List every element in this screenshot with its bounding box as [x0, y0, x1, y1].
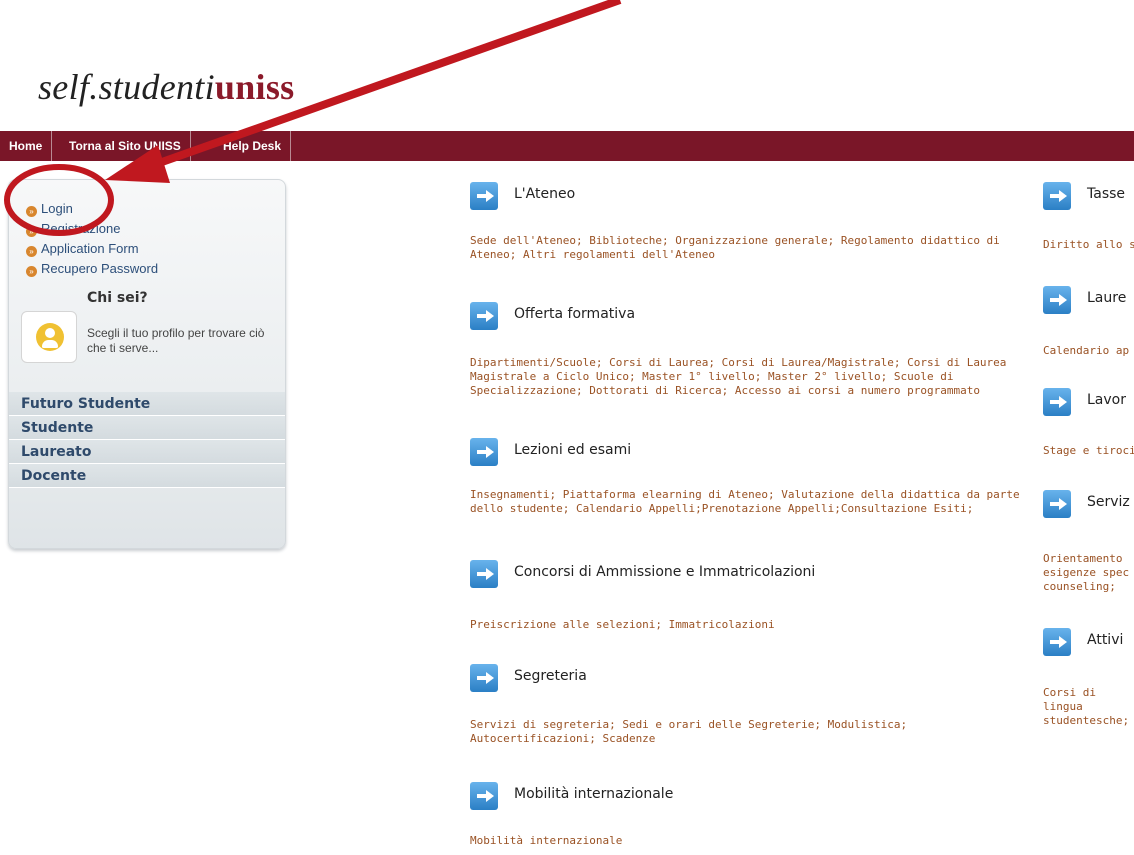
section-links[interactable]: Calendario ap — [1043, 344, 1134, 358]
category-teacher[interactable]: Docente — [9, 464, 285, 488]
application-form-link[interactable]: » Application Form — [26, 239, 158, 259]
section-title[interactable]: Segreteria — [514, 668, 587, 684]
section-links[interactable]: Servizi di segreteria; Sedi e orari dell… — [470, 718, 1020, 746]
section-title[interactable]: Serviz — [1087, 494, 1130, 510]
section-links[interactable]: Dipartimenti/Scuole; Corsi di Laurea; Co… — [470, 356, 1020, 398]
nav-uniss-site-link[interactable]: Torna al Sito UNISS — [60, 131, 191, 161]
section-title[interactable]: Tasse — [1087, 186, 1125, 202]
bullet-icon: » — [26, 266, 37, 277]
arrow-icon — [1043, 388, 1071, 416]
section-title[interactable]: Laure — [1087, 290, 1126, 306]
section-title[interactable]: Attivi — [1087, 632, 1123, 648]
nav-home-link[interactable]: Home — [0, 131, 53, 161]
user-profile-icon — [21, 311, 77, 363]
section-title[interactable]: Concorsi di Ammissione e Immatricolazion… — [514, 564, 815, 580]
section-links[interactable]: Diritto allo st — [1043, 238, 1134, 252]
section-title[interactable]: Offerta formativa — [514, 306, 635, 322]
arrow-icon — [470, 182, 498, 210]
sidebar-panel: » Login » Registrazione » Application Form … — [8, 179, 286, 549]
arrow-icon — [470, 664, 498, 692]
login-link[interactable]: » Login — [26, 199, 158, 219]
section-title[interactable]: Lavor — [1087, 392, 1126, 408]
bullet-icon: » — [26, 246, 37, 257]
section-links[interactable]: Stage e tiroci — [1043, 444, 1134, 458]
arrow-icon — [1043, 182, 1071, 210]
password-recovery-link[interactable]: » Recupero Password — [26, 259, 158, 279]
category-student[interactable]: Studente — [9, 416, 285, 440]
profile-categories: Futuro Studente Studente Laureato Docent… — [9, 392, 285, 488]
section-title[interactable]: Lezioni ed esami — [514, 442, 631, 458]
arrow-icon — [470, 782, 498, 810]
registration-label: Registrazione — [41, 221, 121, 236]
nav-help-desk-link[interactable]: Help Desk — [214, 131, 292, 161]
top-navigation-bar: Home Torna al Sito UNISS Help Desk — [0, 131, 1134, 161]
category-future-student[interactable]: Futuro Studente — [9, 392, 285, 416]
section-links[interactable]: Sede dell'Ateneo; Biblioteche; Organizza… — [470, 234, 1020, 262]
section-title[interactable]: Mobilità internazionale — [514, 786, 673, 802]
arrow-icon — [1043, 490, 1071, 518]
section-links[interactable]: Mobilità internazionale — [470, 834, 1020, 848]
arrow-icon — [1043, 628, 1071, 656]
section-links[interactable]: Corsi di lingua studentesche; — [1043, 686, 1134, 728]
section-links[interactable]: Orientamento esigenze spec counseling; — [1043, 552, 1134, 594]
bullet-icon: » — [26, 206, 37, 217]
arrow-icon — [470, 302, 498, 330]
application-form-label: Application Form — [41, 241, 139, 256]
site-logo[interactable]: self.studentiuniss — [38, 66, 294, 108]
section-links[interactable]: Insegnamenti; Piattaforma elearning di A… — [470, 488, 1020, 516]
section-links[interactable]: Preiscrizione alle selezioni; Immatricol… — [470, 618, 1020, 632]
profile-description: Scegli il tuo profilo per trovare ciò ch… — [87, 326, 265, 355]
arrow-icon — [1043, 286, 1071, 314]
category-graduate[interactable]: Laureato — [9, 440, 285, 464]
login-label: Login — [41, 201, 73, 216]
logo-text-main: self.studenti — [38, 67, 215, 107]
registration-link[interactable]: » Registrazione — [26, 219, 158, 239]
logo-text-accent: uniss — [214, 67, 295, 107]
password-recovery-label: Recupero Password — [41, 261, 159, 276]
bullet-icon: » — [26, 226, 37, 237]
section-title[interactable]: L'Ateneo — [514, 186, 575, 202]
arrow-icon — [470, 438, 498, 466]
profile-heading: Chi sei? — [87, 290, 148, 306]
arrow-icon — [470, 560, 498, 588]
access-links: » Login » Registrazione » Application Form … — [26, 199, 158, 279]
